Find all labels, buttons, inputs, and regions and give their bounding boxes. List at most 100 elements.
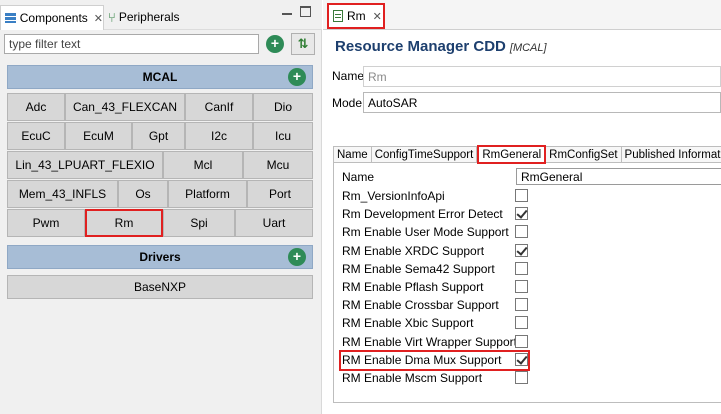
- prop-row: RM Enable Virt Wrapper Support: [342, 333, 721, 351]
- prop-checkbox[interactable]: [515, 207, 528, 221]
- component-button-port[interactable]: Port: [247, 180, 313, 208]
- tab-configtimesupport[interactable]: ConfigTimeSupport: [372, 147, 478, 163]
- component-button-ecum[interactable]: EcuM: [65, 122, 132, 150]
- prop-row: Rm Development Error Detect: [342, 205, 721, 223]
- prop-label: Rm_VersionInfoApi: [342, 189, 445, 203]
- component-button-os[interactable]: Os: [118, 180, 168, 208]
- prop-row: Rm Enable User Mode Support: [342, 223, 721, 241]
- component-button-icu[interactable]: Icu: [253, 122, 313, 150]
- minimize-icon[interactable]: [281, 7, 293, 19]
- prop-row: RM Enable Sema42 Support: [342, 260, 721, 278]
- component-button-lin[interactable]: Lin_43_LPUART_FLEXIO: [7, 151, 163, 179]
- component-button-mcu[interactable]: Mcu: [243, 151, 313, 179]
- prop-checkbox[interactable]: [515, 371, 528, 384]
- component-row: Adc Can_43_FLEXCAN CanIf Dio: [7, 93, 313, 121]
- tab-published-information[interactable]: Published Information: [622, 147, 721, 163]
- prop-checkbox[interactable]: [515, 225, 528, 239]
- tab-peripherals-label: Peripherals: [118, 10, 180, 24]
- mode-label: Mode: [332, 96, 363, 110]
- prop-checkbox[interactable]: [515, 298, 528, 312]
- prop-label: RM Enable Xbic Support: [342, 316, 474, 331]
- prop-row: RM Enable Mscm Support: [342, 369, 721, 387]
- name-label: Name: [332, 69, 365, 83]
- prop-checkbox[interactable]: [515, 280, 528, 293]
- view-tabbar: Components ✕ ⑂ Peripherals: [0, 0, 322, 30]
- page-subtitle: [MCAL]: [509, 42, 547, 54]
- mode-select[interactable]: AutoSAR: [363, 92, 721, 113]
- component-button-mcl[interactable]: Mcl: [163, 151, 243, 179]
- prop-row: RM Enable Pflash Support: [342, 278, 721, 296]
- component-button-mem[interactable]: Mem_43_INFLS: [7, 180, 118, 208]
- mcal-group-title: MCAL: [142, 70, 178, 84]
- maximize-icon[interactable]: [300, 6, 311, 17]
- prop-label: RM Enable Virt Wrapper Support: [342, 334, 517, 349]
- component-row: Pwm Rm Spi Uart: [7, 209, 313, 237]
- close-icon[interactable]: ✕: [94, 12, 103, 25]
- editor-area: Rm ✕ Resource Manager CDD [MCAL] Name Rm …: [323, 0, 721, 414]
- prop-row: RM Enable Crossbar Support: [342, 296, 721, 314]
- components-icon: [5, 13, 16, 23]
- component-row: Lin_43_LPUART_FLEXIO Mcl Mcu: [7, 151, 313, 179]
- components-view: Components ✕ ⑂ Peripherals + ⇅ MCAL + Ad…: [0, 0, 322, 414]
- sort-icon: ⇅: [297, 36, 309, 51]
- tab-rmconfigset[interactable]: RmConfigSet: [546, 147, 622, 163]
- filter-input[interactable]: [4, 34, 259, 54]
- component-button-dio[interactable]: Dio: [253, 93, 313, 121]
- component-button-i2c[interactable]: I2c: [185, 122, 253, 150]
- document-icon: [333, 10, 343, 22]
- dma-mux-highlight: [339, 350, 530, 371]
- prop-checkbox[interactable]: [515, 334, 528, 348]
- prop-checkbox[interactable]: [515, 261, 528, 275]
- mcal-group-header[interactable]: MCAL +: [7, 65, 313, 89]
- component-button-uart[interactable]: Uart: [235, 209, 313, 237]
- tab-peripherals[interactable]: ⑂ Peripherals: [106, 6, 180, 28]
- peripherals-icon: ⑂: [108, 9, 116, 25]
- add-mcal-button[interactable]: +: [288, 68, 306, 86]
- component-button-ecuc[interactable]: EcuC: [7, 122, 65, 150]
- prop-label: RM Enable Crossbar Support: [342, 298, 499, 313]
- close-icon[interactable]: ✕: [373, 10, 382, 23]
- component-button-spi[interactable]: Spi: [163, 209, 235, 237]
- tab-components-label: Components: [19, 11, 88, 25]
- editor-tab-rm[interactable]: Rm ✕: [327, 3, 385, 29]
- tab-name[interactable]: Name: [333, 147, 372, 163]
- component-button-gpt[interactable]: Gpt: [132, 122, 185, 150]
- component-button-rm[interactable]: Rm: [85, 209, 163, 237]
- sort-button[interactable]: ⇅: [291, 33, 315, 55]
- prop-label: RM Enable Mscm Support: [342, 371, 483, 385]
- prop-row: RM Enable Xbic Support: [342, 314, 721, 332]
- page-title-text: Resource Manager CDD: [335, 38, 506, 55]
- component-button-adc[interactable]: Adc: [7, 93, 65, 121]
- drivers-group-header[interactable]: Drivers +: [7, 245, 313, 269]
- drivers-group-title: Drivers: [139, 250, 181, 264]
- prop-checkbox[interactable]: [515, 316, 528, 330]
- component-button-platform[interactable]: Platform: [168, 180, 247, 208]
- rmgeneral-name-field[interactable]: RmGeneral: [516, 168, 721, 185]
- prop-label: Rm Enable User Mode Support: [342, 225, 509, 240]
- editor-tab-label: Rm: [347, 9, 366, 23]
- prop-checkbox[interactable]: [515, 189, 528, 202]
- prop-row: Rm_VersionInfoApi: [342, 187, 721, 205]
- prop-label: RM Enable Sema42 Support: [342, 261, 495, 276]
- component-button-basenxp[interactable]: BaseNXP: [7, 275, 313, 299]
- add-filter-button[interactable]: +: [266, 35, 284, 53]
- config-tabbar: Name ConfigTimeSupport RmGeneral RmConfi…: [333, 145, 721, 164]
- component-button-canif[interactable]: CanIf: [185, 93, 253, 121]
- prop-row: RM Enable XRDC Support: [342, 242, 721, 260]
- prop-name-label: Name: [342, 170, 375, 184]
- add-driver-button[interactable]: +: [288, 248, 306, 266]
- component-button-pwm[interactable]: Pwm: [7, 209, 85, 237]
- rmgeneral-panel: Name RmGeneral Rm_VersionInfoApi Rm Devel…: [333, 163, 721, 403]
- component-row: Mem_43_INFLS Os Platform Port: [7, 180, 313, 208]
- prop-label: RM Enable XRDC Support: [342, 243, 485, 258]
- name-field: Rm: [363, 66, 721, 87]
- prop-label: Rm Development Error Detect: [342, 207, 503, 222]
- editor-tabbar: Rm ✕: [323, 0, 721, 30]
- tab-components[interactable]: Components ✕: [0, 5, 104, 30]
- prop-label: RM Enable Pflash Support: [342, 280, 484, 294]
- tab-rmgeneral[interactable]: RmGeneral: [477, 145, 547, 164]
- prop-checkbox[interactable]: [515, 243, 528, 257]
- page-title: Resource Manager CDD [MCAL]: [335, 38, 547, 55]
- component-button-can[interactable]: Can_43_FLEXCAN: [65, 93, 185, 121]
- component-row: EcuC EcuM Gpt I2c Icu: [7, 122, 313, 150]
